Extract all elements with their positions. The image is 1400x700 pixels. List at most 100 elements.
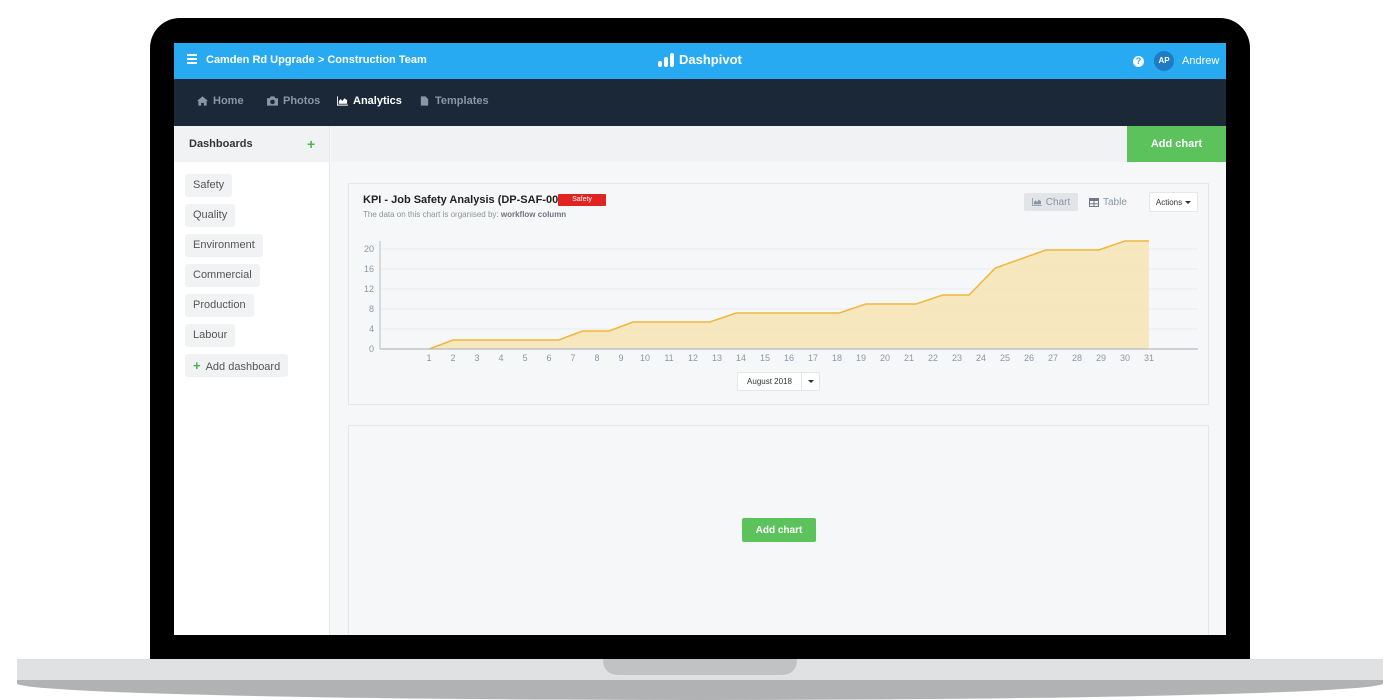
month-select[interactable]: August 2018 bbox=[737, 372, 820, 391]
area-fill bbox=[429, 241, 1149, 349]
caret-down-icon bbox=[1185, 200, 1192, 204]
y-tick-label: 4 bbox=[369, 324, 374, 334]
dashboard-item-labour[interactable]: Labour bbox=[185, 324, 236, 347]
dashboard-item-production[interactable]: Production bbox=[185, 294, 254, 317]
sidebar-header: Dashboards + bbox=[174, 126, 329, 162]
x-tick-label: 12 bbox=[688, 353, 698, 363]
top-bar: Camden Rd Upgrade > Construction Team Da… bbox=[174, 43, 1226, 79]
x-tick-label: 31 bbox=[1144, 353, 1154, 363]
dashboards-sidebar: Dashboards + Safety Quality Environment … bbox=[174, 126, 330, 635]
username[interactable]: Andrew bbox=[1182, 55, 1219, 67]
view-table-toggle[interactable]: Table bbox=[1089, 193, 1127, 211]
laptop-base-bottom bbox=[17, 680, 1383, 700]
x-tick-label: 7 bbox=[570, 353, 575, 363]
x-tick-label: 8 bbox=[594, 353, 599, 363]
camera-icon bbox=[267, 96, 278, 106]
x-tick-label: 20 bbox=[880, 353, 890, 363]
dashboard-item-environment[interactable]: Environment bbox=[185, 234, 263, 257]
content-toolbar: Add chart bbox=[331, 126, 1226, 162]
help-icon[interactable]: ? bbox=[1133, 56, 1144, 67]
main-nav: Home Photos Analytics Templates bbox=[174, 79, 1226, 126]
main-content: Add chart 0 4 8 12 16 20 1 2 3 4 5 6 7 8 9 10 11 12 13 14 15… bbox=[331, 126, 1226, 635]
y-tick-label: 20 bbox=[364, 244, 374, 254]
brand[interactable]: Dashpivot bbox=[658, 52, 742, 67]
view-chart-toggle[interactable]: Chart bbox=[1024, 193, 1078, 211]
month-dropdown-toggle[interactable] bbox=[802, 373, 819, 390]
nav-item-photos[interactable]: Photos bbox=[267, 95, 320, 107]
x-tick-label: 26 bbox=[1024, 353, 1034, 363]
breadcrumb[interactable]: Camden Rd Upgrade > Construction Team bbox=[206, 54, 427, 66]
file-icon bbox=[420, 96, 429, 106]
x-tick-label: 1 bbox=[426, 353, 431, 363]
caret-down-icon bbox=[807, 380, 814, 383]
subtitle-prefix: The data on this chart is organised by: bbox=[363, 210, 501, 219]
x-tick-label: 13 bbox=[712, 353, 722, 363]
x-tick-label: 19 bbox=[856, 353, 866, 363]
nav-label: Photos bbox=[283, 95, 321, 107]
x-tick-label: 23 bbox=[952, 353, 962, 363]
dashboard-item-safety[interactable]: Safety bbox=[185, 174, 233, 197]
x-tick-label: 5 bbox=[522, 353, 527, 363]
avatar[interactable]: AP bbox=[1154, 51, 1174, 71]
app-screen: Camden Rd Upgrade > Construction Team Da… bbox=[174, 43, 1226, 635]
nav-label: Analytics bbox=[353, 95, 402, 107]
x-tick-label: 11 bbox=[664, 353, 673, 363]
y-tick-label: 0 bbox=[369, 344, 374, 354]
chart-card: 0 4 8 12 16 20 1 2 3 4 5 6 7 8 9 10 11 12 13 14 15 16 17 18 19 20… bbox=[348, 183, 1209, 405]
view-table-label: Table bbox=[1103, 196, 1127, 208]
brand-name: Dashpivot bbox=[679, 52, 742, 67]
home-icon bbox=[197, 96, 208, 106]
x-tick-label: 28 bbox=[1072, 353, 1082, 363]
x-tick-label: 17 bbox=[808, 353, 818, 363]
sidebar-title: Dashboards bbox=[189, 138, 253, 150]
area-chart-icon bbox=[1031, 198, 1042, 206]
x-tick-label: 14 bbox=[736, 353, 746, 363]
y-tick-label: 12 bbox=[364, 284, 374, 294]
plus-icon: + bbox=[193, 358, 201, 373]
x-tick-label: 29 bbox=[1096, 353, 1106, 363]
nav-item-analytics[interactable]: Analytics bbox=[337, 95, 402, 107]
add-chart-placeholder-button[interactable]: Add chart bbox=[742, 518, 816, 542]
x-tick-label: 25 bbox=[1000, 353, 1010, 363]
x-tick-label: 24 bbox=[976, 353, 986, 363]
x-tick-label: 30 bbox=[1120, 353, 1130, 363]
y-tick-label: 16 bbox=[364, 264, 374, 274]
x-tick-label: 15 bbox=[760, 353, 770, 363]
area-chart-icon bbox=[337, 96, 348, 106]
hamburger-menu-icon[interactable] bbox=[187, 54, 197, 66]
x-tick-label: 6 bbox=[546, 353, 551, 363]
dashpivot-logo-icon bbox=[658, 52, 674, 67]
add-dashboard-button[interactable]: + Add dashboard bbox=[185, 354, 289, 377]
x-tick-label: 27 bbox=[1048, 353, 1058, 363]
dashboard-item-quality[interactable]: Quality bbox=[185, 204, 236, 227]
y-tick-label: 8 bbox=[369, 304, 374, 314]
nav-item-home[interactable]: Home bbox=[197, 95, 244, 107]
x-tick-label: 4 bbox=[498, 353, 503, 363]
add-dashboard-plus-icon[interactable]: + bbox=[307, 137, 315, 151]
x-tick-label: 16 bbox=[784, 353, 794, 363]
empty-chart-slot: Add chart bbox=[348, 425, 1209, 635]
subtitle-value: workflow column bbox=[500, 210, 567, 219]
add-dashboard-label: Add dashboard bbox=[205, 361, 281, 373]
add-chart-button[interactable]: Add chart bbox=[1127, 126, 1226, 162]
category-badge: Safety bbox=[558, 194, 606, 206]
table-icon bbox=[1089, 197, 1099, 207]
nav-label: Home bbox=[213, 95, 244, 107]
nav-item-templates[interactable]: Templates bbox=[419, 95, 489, 107]
chart-title: KPI - Job Safety Analysis (DP-SAF-0013) bbox=[363, 194, 575, 206]
month-value: August 2018 bbox=[738, 373, 802, 390]
actions-label: Actions bbox=[1155, 197, 1183, 207]
x-tick-label: 3 bbox=[474, 353, 479, 363]
actions-dropdown[interactable]: Actions bbox=[1149, 192, 1198, 212]
laptop-notch bbox=[603, 659, 797, 675]
chart-subtitle: The data on this chart is organised by: … bbox=[363, 210, 566, 219]
dashboard-list: Safety Quality Environment Commercial Pr… bbox=[185, 174, 289, 384]
nav-label: Templates bbox=[435, 95, 489, 107]
x-tick-label: 18 bbox=[832, 353, 842, 363]
x-tick-label: 22 bbox=[928, 353, 938, 363]
x-tick-label: 9 bbox=[618, 353, 623, 363]
view-chart-label: Chart bbox=[1045, 196, 1071, 208]
x-tick-label: 2 bbox=[450, 353, 455, 363]
dashboard-item-commercial[interactable]: Commercial bbox=[185, 264, 260, 287]
x-tick-label: 10 bbox=[640, 353, 650, 363]
